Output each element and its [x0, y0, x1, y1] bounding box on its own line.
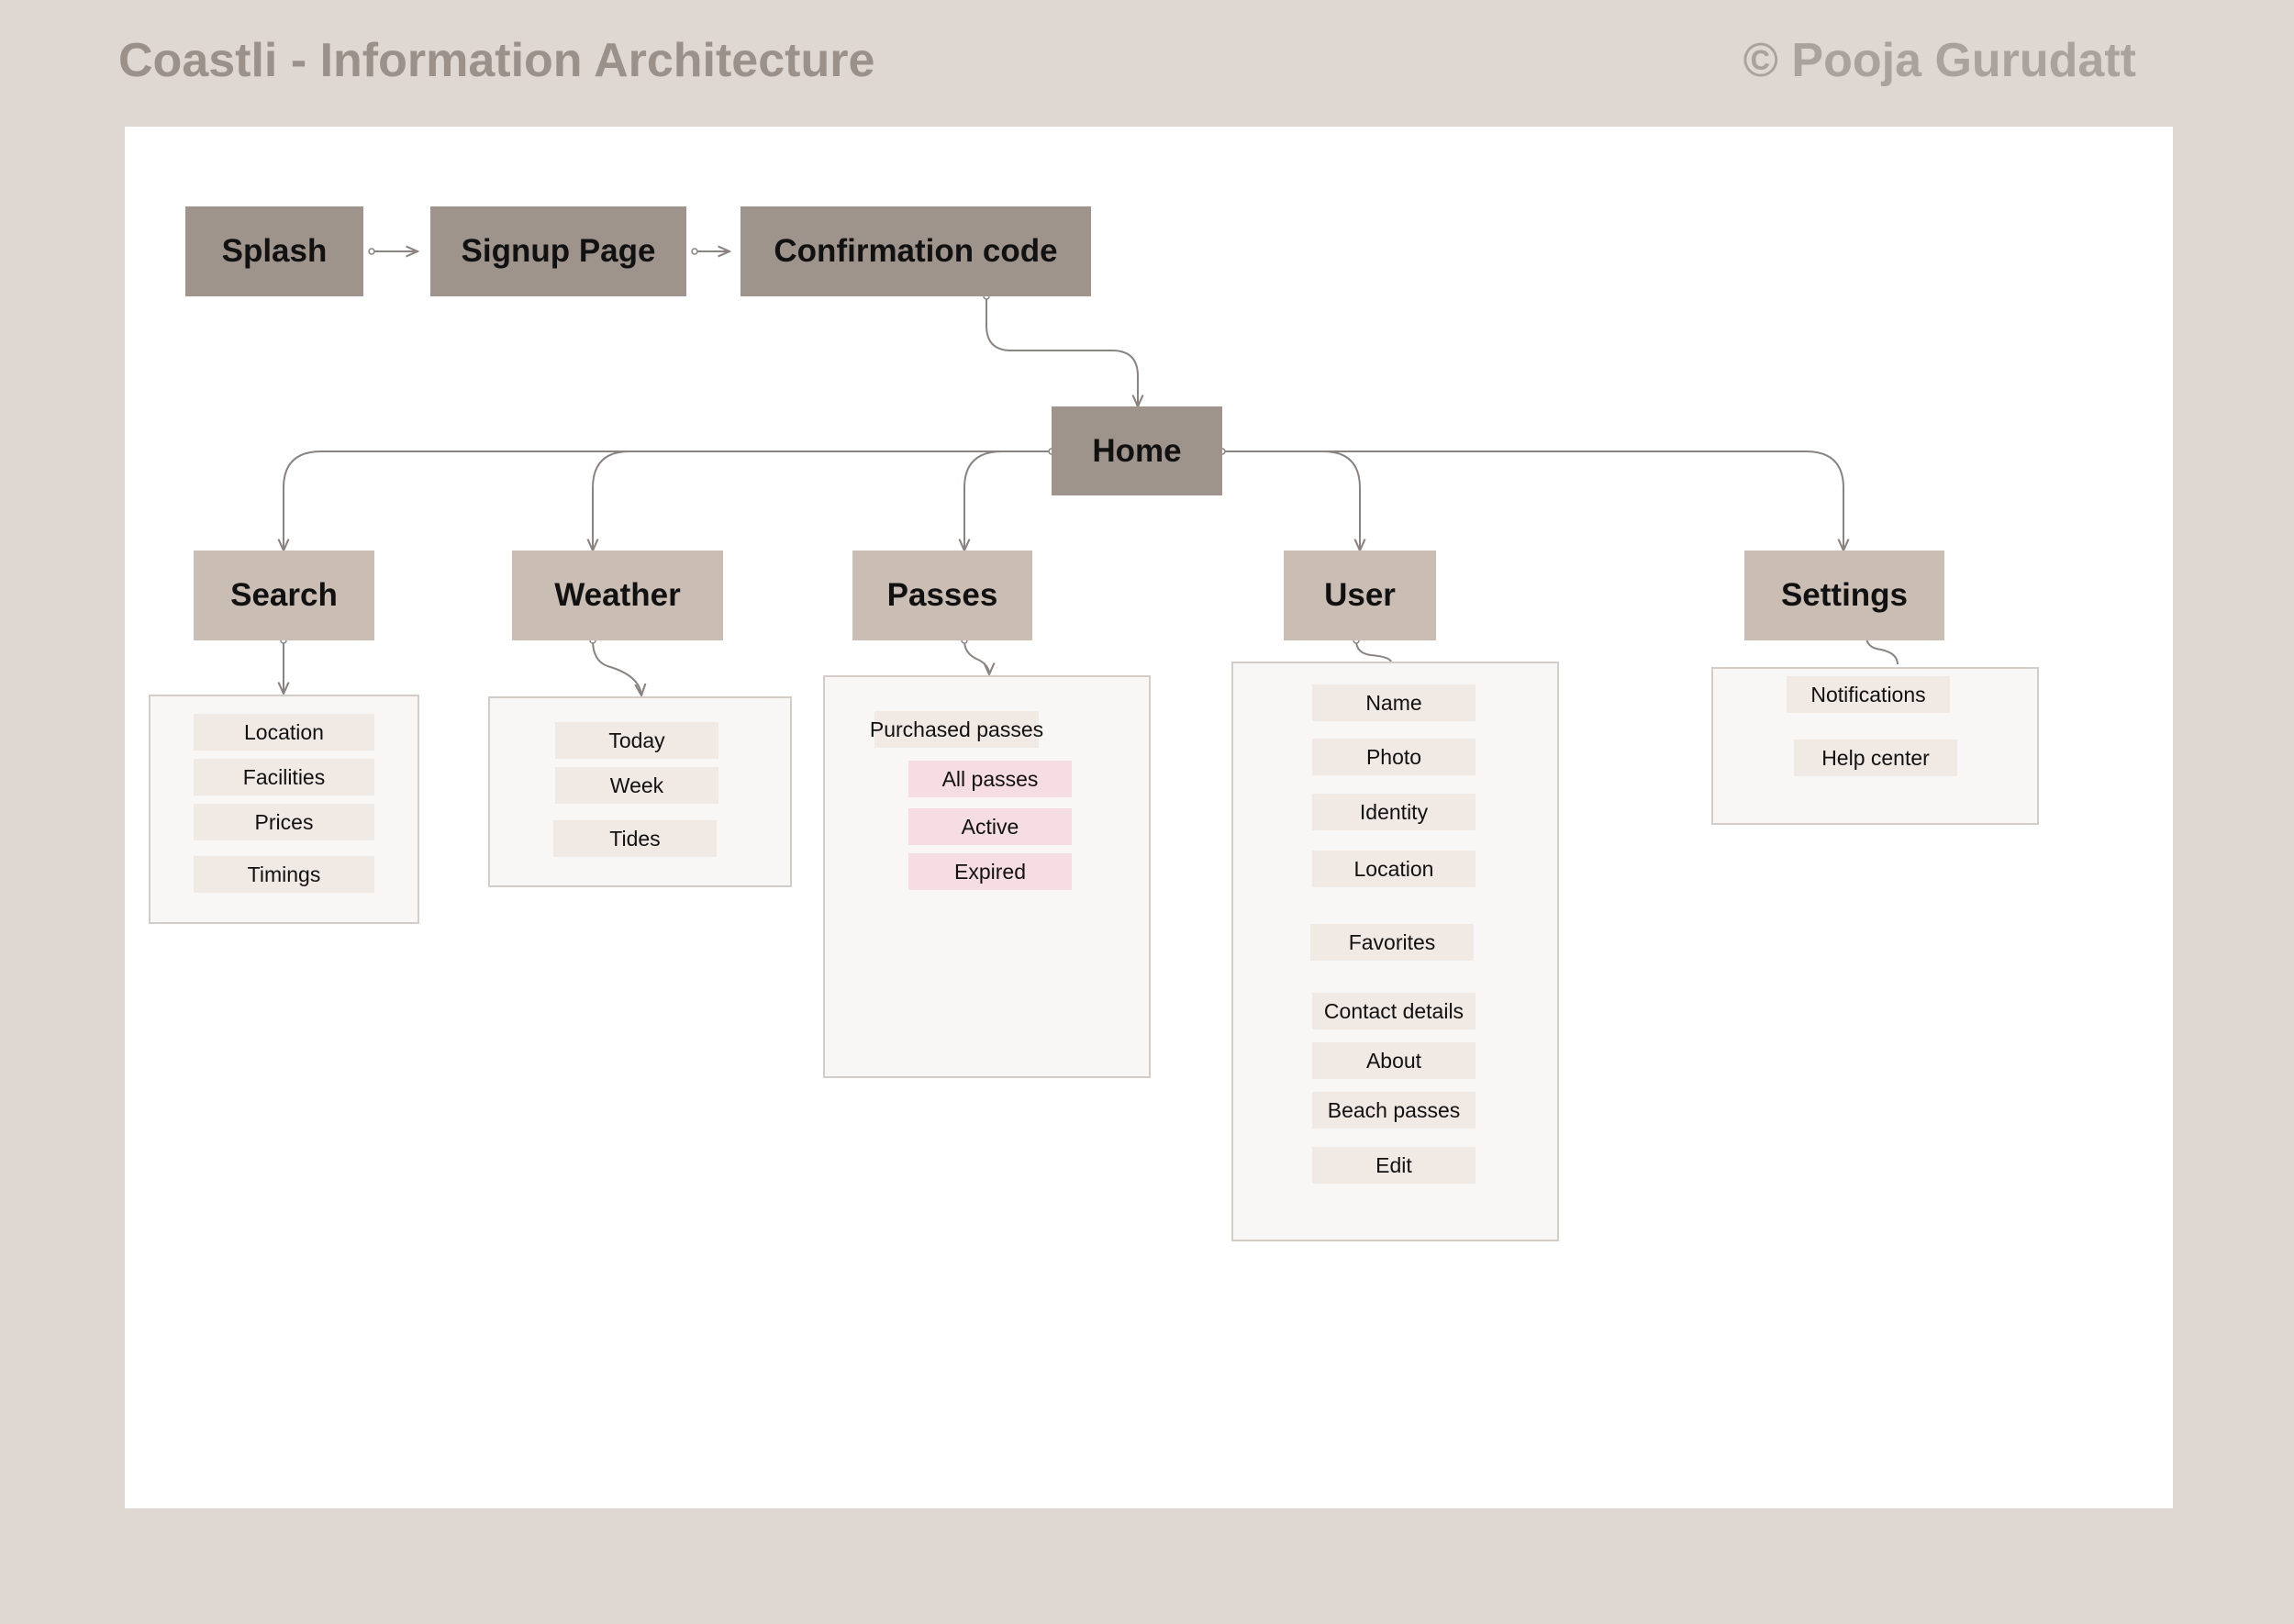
passes-label: Passes — [886, 577, 998, 613]
splash-node: Splash — [185, 206, 363, 296]
user-item-name: Name — [1312, 684, 1476, 721]
search-item-timings: Timings — [194, 856, 374, 893]
author-credit: © Pooja Gurudatt — [1743, 34, 2136, 87]
user-item-contact-details: Contact details — [1312, 993, 1476, 1029]
signup-page-label: Signup Page — [461, 233, 656, 269]
search-item-prices: Prices — [194, 804, 374, 840]
weather-item-tides: Tides — [553, 820, 717, 857]
weather-item-today: Today — [555, 722, 718, 759]
settings-label: Settings — [1780, 577, 1909, 613]
passes-node: Passes — [852, 551, 1032, 640]
page-title: Coastli - Information Architecture — [118, 34, 875, 87]
confirmation-code-node: Confirmation code — [741, 206, 1091, 296]
settings-item-help-center: Help center — [1794, 740, 1957, 776]
user-item-identity: Identity — [1312, 794, 1476, 830]
passes-item-all: All passes — [908, 761, 1072, 797]
splash-label: Splash — [221, 233, 328, 269]
settings-node: Settings — [1744, 551, 1944, 640]
settings-item-notifications: Notifications — [1787, 676, 1950, 713]
search-node: Search — [194, 551, 374, 640]
passes-item-expired: Expired — [908, 853, 1072, 890]
weather-item-week: Week — [555, 767, 718, 804]
home-node: Home — [1052, 406, 1222, 495]
passes-group-purchased: Purchased passes — [870, 711, 1043, 748]
user-node: User — [1284, 551, 1436, 640]
user-item-location: Location — [1312, 851, 1476, 887]
weather-node: Weather — [512, 551, 723, 640]
signup-page-node: Signup Page — [430, 206, 686, 296]
user-item-about: About — [1312, 1042, 1476, 1079]
search-item-facilities: Facilities — [194, 759, 374, 795]
weather-label: Weather — [554, 577, 681, 613]
home-label: Home — [1092, 432, 1182, 469]
search-item-location: Location — [194, 714, 374, 751]
search-label: Search — [230, 577, 338, 613]
user-item-beach-passes: Beach passes — [1312, 1092, 1476, 1129]
user-item-edit: Edit — [1312, 1147, 1476, 1184]
user-label: User — [1324, 577, 1396, 613]
confirmation-code-label: Confirmation code — [774, 233, 1058, 269]
user-item-favorites: Favorites — [1310, 924, 1474, 961]
user-item-photo: Photo — [1312, 739, 1476, 775]
passes-item-active: Active — [908, 808, 1072, 845]
